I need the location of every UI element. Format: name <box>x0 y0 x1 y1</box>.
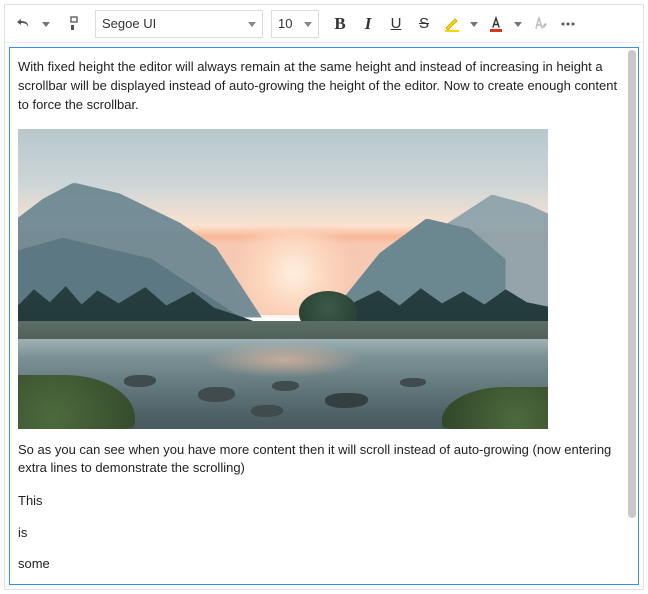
chevron-down-icon <box>248 20 256 28</box>
undo-icon <box>16 16 32 32</box>
editor-window: Segoe UI 10 B I U S <box>4 4 644 590</box>
chevron-down-icon <box>304 20 312 28</box>
font-family-value: Segoe UI <box>102 16 156 31</box>
italic-button[interactable]: I <box>355 10 381 38</box>
text-line: some <box>18 555 618 573</box>
scrollbar-thumb[interactable] <box>628 50 636 518</box>
undo-button[interactable] <box>11 10 37 38</box>
editor-content[interactable]: With fixed height the editor will always… <box>10 48 626 584</box>
strikethrough-icon: S <box>419 15 429 32</box>
font-size-select[interactable]: 10 <box>271 10 319 38</box>
font-color-icon <box>487 15 505 33</box>
format-painter-icon <box>66 16 82 32</box>
undo-dropdown[interactable] <box>39 10 53 38</box>
paragraph: With fixed height the editor will always… <box>18 58 618 115</box>
font-size-value: 10 <box>278 16 292 31</box>
paragraph: So as you can see when you have more con… <box>18 441 618 479</box>
bold-button[interactable]: B <box>327 10 353 38</box>
underline-button[interactable]: U <box>383 10 409 38</box>
italic-icon: I <box>365 14 372 34</box>
font-family-select[interactable]: Segoe UI <box>95 10 263 38</box>
highlighter-icon <box>443 15 461 33</box>
more-icon <box>559 15 577 33</box>
font-color-button[interactable] <box>483 10 509 38</box>
bold-icon: B <box>334 14 345 34</box>
text-line: is <box>18 524 618 542</box>
underline-icon: U <box>391 15 402 32</box>
highlight-dropdown[interactable] <box>467 10 481 38</box>
scrollbar[interactable] <box>628 50 636 582</box>
editor-area[interactable]: With fixed height the editor will always… <box>9 47 639 585</box>
more-button[interactable] <box>555 10 581 38</box>
clear-format-button[interactable] <box>527 10 553 38</box>
highlight-button[interactable] <box>439 10 465 38</box>
toolbar: Segoe UI 10 B I U S <box>5 5 643 43</box>
text-line: This <box>18 492 618 510</box>
clear-format-icon <box>531 15 549 33</box>
strikethrough-button[interactable]: S <box>411 10 437 38</box>
embedded-image[interactable] <box>18 129 548 429</box>
format-painter-button[interactable] <box>61 10 87 38</box>
font-color-dropdown[interactable] <box>511 10 525 38</box>
